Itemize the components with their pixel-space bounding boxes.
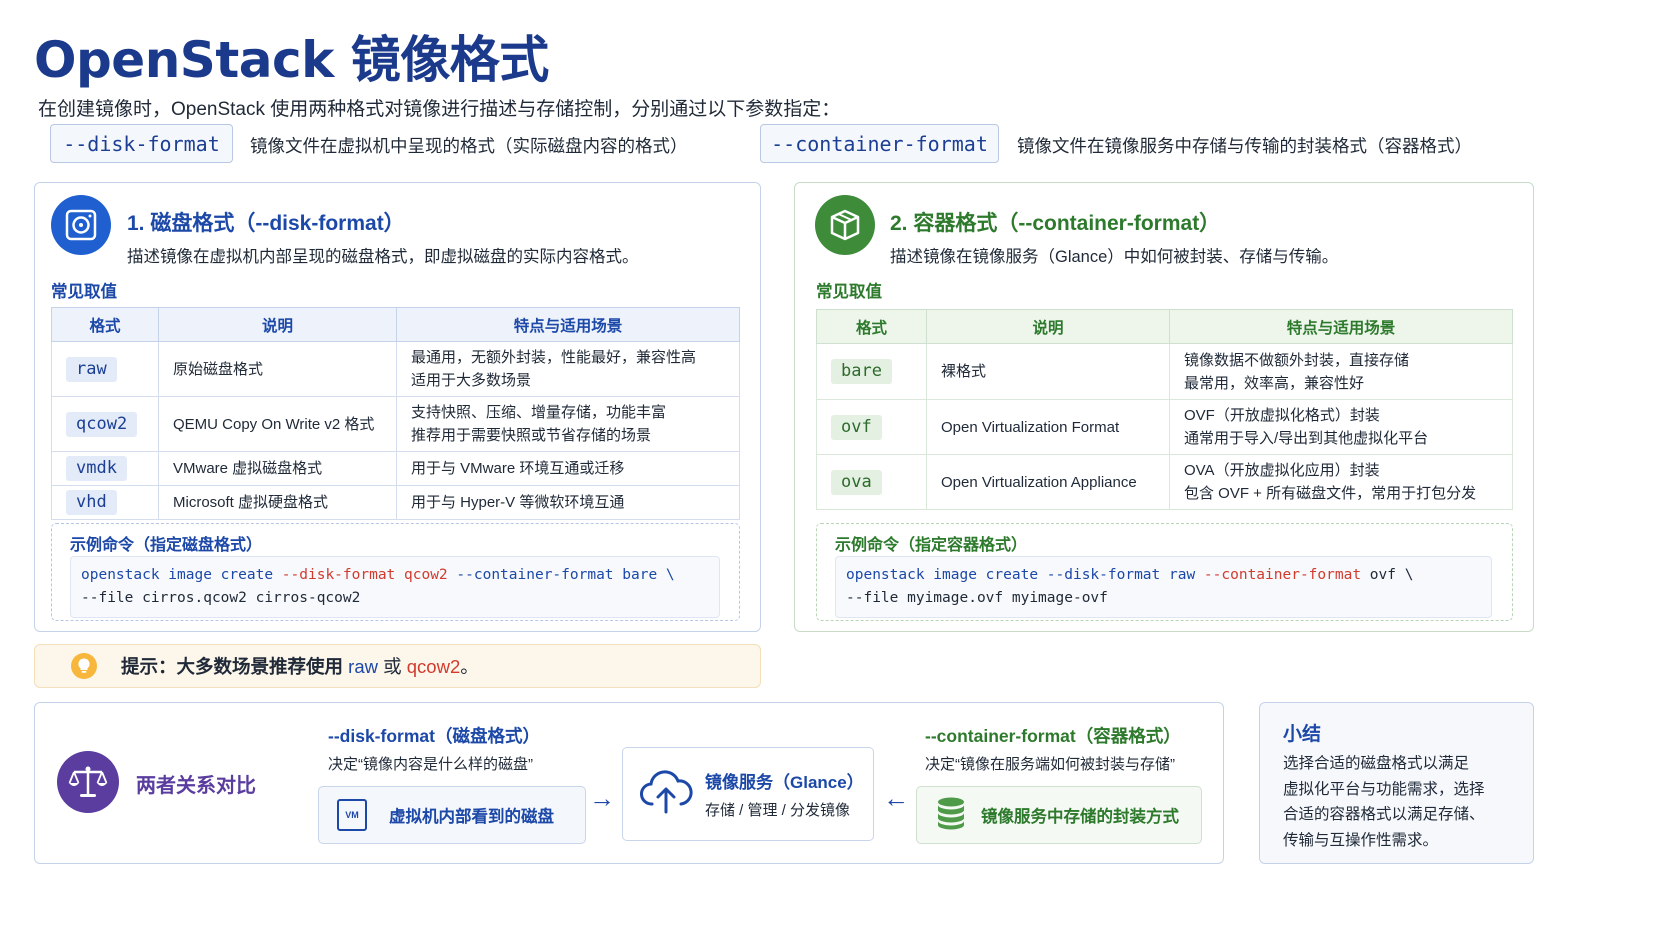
relation-disk-box: VM 虚拟机内部看到的磁盘 xyxy=(318,786,586,844)
row-feature: OVF（开放虚拟化格式）封装 xyxy=(1184,407,1380,424)
disk-icon xyxy=(51,195,111,255)
container-section-desc: 描述镜像在镜像服务（Glance）中如何被封装、存储与传输。 xyxy=(890,248,1339,266)
col-feature: 特点与适用场景 xyxy=(396,307,740,342)
lightbulb-icon xyxy=(71,653,97,679)
row-desc: VMware 虚拟磁盘格式 xyxy=(158,451,397,486)
disk-format-param-desc: 镜像文件在虚拟机中呈现的格式（实际磁盘内容的格式） xyxy=(250,136,688,156)
table-row: vmdk VMware 虚拟磁盘格式 用于与 VMware 环境互通或迁移 xyxy=(51,451,740,486)
row-desc: Open Virtualization Appliance xyxy=(926,454,1170,510)
container-format-panel: 2. 容器格式（--container-format） 描述镜像在镜像服务（Gl… xyxy=(794,182,1534,632)
glance-box: 镜像服务（Glance） 存储 / 管理 / 分发镜像 xyxy=(622,747,874,841)
disk-format-panel: 1. 磁盘格式（--disk-format） 描述镜像在虚拟机内部呈现的磁盘格式… xyxy=(34,182,761,632)
row-feature: 镜像数据不做额外封装，直接存储 xyxy=(1184,351,1410,369)
relation-title: 两者关系对比 xyxy=(136,775,256,797)
row-feature: 最通用，无额外封装，性能最好，兼容性高 xyxy=(411,349,697,366)
container-common-label: 常见取值 xyxy=(816,283,882,301)
table-row: bare 裸格式 镜像数据不做额外封装，直接存储 最常用，效率高，兼容性好 xyxy=(816,343,1513,400)
summary-panel: 小结 选择合适的磁盘格式以满足 虚拟化平台与功能需求，选择 合适的容器格式以满足… xyxy=(1259,702,1534,864)
container-format-param: --container-format xyxy=(760,124,999,163)
col-format: 格式 xyxy=(816,309,927,344)
box-icon xyxy=(815,195,875,255)
disk-format-param: --disk-format xyxy=(50,124,233,163)
container-format-table: 格式 说明 特点与适用场景 bare 裸格式 镜像数据不做额外封装，直接存储 最常… xyxy=(816,309,1513,510)
row-desc: 原始磁盘格式 xyxy=(158,341,397,397)
table-header-row: 格式 说明 特点与适用场景 xyxy=(51,307,740,342)
container-format-param-desc: 镜像文件在镜像服务中存储与传输的封装格式（容器格式） xyxy=(1017,136,1472,156)
relation-disk-sub: 决定“镜像内容是什么样的磁盘” xyxy=(328,756,533,773)
row-feature: 支持快照、压缩、增量存储，功能丰富 xyxy=(411,404,667,421)
relation-container-heading: --container-format（容器格式） xyxy=(925,726,1181,746)
database-icon xyxy=(935,796,967,835)
relation-disk-box-label: 虚拟机内部看到的磁盘 xyxy=(389,808,554,826)
table-row: ova Open Virtualization Appliance OVA（开放… xyxy=(816,454,1513,510)
glance-subtitle: 存储 / 管理 / 分发镜像 xyxy=(705,802,851,819)
relation-panel: 两者关系对比 --disk-format（磁盘格式） 决定“镜像内容是什么样的磁… xyxy=(34,702,1224,864)
format-chip: raw xyxy=(66,356,117,382)
table-row: ovf Open Virtualization Format OVF（开放虚拟化… xyxy=(816,399,1513,455)
col-desc: 说明 xyxy=(926,309,1170,344)
disk-example-label: 示例命令（指定磁盘格式） xyxy=(70,537,263,554)
row-feature: OVA（开放虚拟化应用）封装 xyxy=(1184,462,1380,479)
tip-banner: 提示：大多数场景推荐使用 raw 或 qcow2。 xyxy=(34,644,761,688)
container-example-code[interactable]: openstack image create --disk-format raw… xyxy=(835,556,1492,618)
row-feature: 用于与 VMware 环境互通或迁移 xyxy=(396,451,740,486)
row-desc: Microsoft 虚拟硬盘格式 xyxy=(158,485,397,520)
format-chip: vhd xyxy=(66,490,117,515)
col-desc: 说明 xyxy=(158,307,397,342)
format-chip: qcow2 xyxy=(66,411,138,437)
table-row: raw 原始磁盘格式 最通用，无额外封装，性能最好，兼容性高 适用于大多数场景 xyxy=(51,341,740,397)
format-chip: ovf xyxy=(831,414,882,440)
disk-section-desc: 描述镜像在虚拟机内部呈现的磁盘格式，即虚拟磁盘的实际内容格式。 xyxy=(127,248,639,266)
relation-disk-heading: --disk-format（磁盘格式） xyxy=(328,726,540,746)
summary-title: 小结 xyxy=(1283,724,1322,745)
disk-format-table: 格式 说明 特点与适用场景 raw 原始磁盘格式 最通用，无额外封装，性能最好，… xyxy=(51,307,740,520)
row-feature-2: 最常用，效率高，兼容性好 xyxy=(1184,374,1365,392)
row-feature-2: 推荐用于需要快照或节省存储的场景 xyxy=(411,427,652,444)
page-subtitle: 在创建镜像时，OpenStack 使用两种格式对镜像进行描述与存储控制，分别通过… xyxy=(38,99,841,120)
relation-container-sub: 决定“镜像在服务端如何被封装与存储” xyxy=(925,756,1175,773)
format-chip: bare xyxy=(831,359,892,384)
row-feature: 用于与 Hyper-V 等微软环境互通 xyxy=(396,485,740,520)
table-row: vhd Microsoft 虚拟硬盘格式 用于与 Hyper-V 等微软环境互通 xyxy=(51,485,740,520)
row-desc: QEMU Copy On Write v2 格式 xyxy=(158,396,397,452)
container-example-box: 示例命令（指定容器格式） openstack image create --di… xyxy=(816,523,1513,621)
table-row: qcow2 QEMU Copy On Write v2 格式 支持快照、压缩、增… xyxy=(51,396,740,452)
col-feature: 特点与适用场景 xyxy=(1169,309,1513,344)
row-desc: 裸格式 xyxy=(926,343,1170,400)
scale-icon xyxy=(57,751,119,813)
format-chip: vmdk xyxy=(66,456,127,481)
container-section-title: 2. 容器格式（--container-format） xyxy=(890,212,1221,235)
row-feature-2: 通常用于导入/导出到其他虚拟化平台 xyxy=(1184,430,1429,447)
page-title: OpenStack 镜像格式 xyxy=(34,31,549,89)
format-chip: ova xyxy=(831,469,882,495)
row-feature-2: 包含 OVF + 所有磁盘文件，常用于打包分发 xyxy=(1184,485,1477,502)
container-example-label: 示例命令（指定容器格式） xyxy=(835,537,1028,554)
disk-example-code[interactable]: openstack image create --disk-format qco… xyxy=(70,556,720,618)
arrow-left-icon: ← xyxy=(883,783,909,813)
disk-common-label: 常见取值 xyxy=(51,283,117,301)
cloud-upload-icon xyxy=(639,769,693,819)
vm-icon: VM xyxy=(337,799,367,831)
summary-text: 选择合适的磁盘格式以满足 虚拟化平台与功能需求，选择 合适的容器格式以满足存储、… xyxy=(1283,755,1485,849)
disk-section-title: 1. 磁盘格式（--disk-format） xyxy=(127,212,405,235)
arrow-right-icon: → xyxy=(589,783,615,813)
glance-title: 镜像服务（Glance） xyxy=(705,773,864,792)
col-format: 格式 xyxy=(51,307,159,342)
relation-container-box: 镜像服务中存储的封装方式 xyxy=(916,786,1202,844)
row-desc: Open Virtualization Format xyxy=(926,399,1170,455)
disk-example-box: 示例命令（指定磁盘格式） openstack image create --di… xyxy=(51,523,740,621)
table-header-row: 格式 说明 特点与适用场景 xyxy=(816,309,1513,344)
tip-text: 提示：大多数场景推荐使用 raw 或 qcow2。 xyxy=(121,656,479,677)
relation-container-box-label: 镜像服务中存储的封装方式 xyxy=(981,808,1179,826)
row-feature-2: 适用于大多数场景 xyxy=(411,372,532,389)
